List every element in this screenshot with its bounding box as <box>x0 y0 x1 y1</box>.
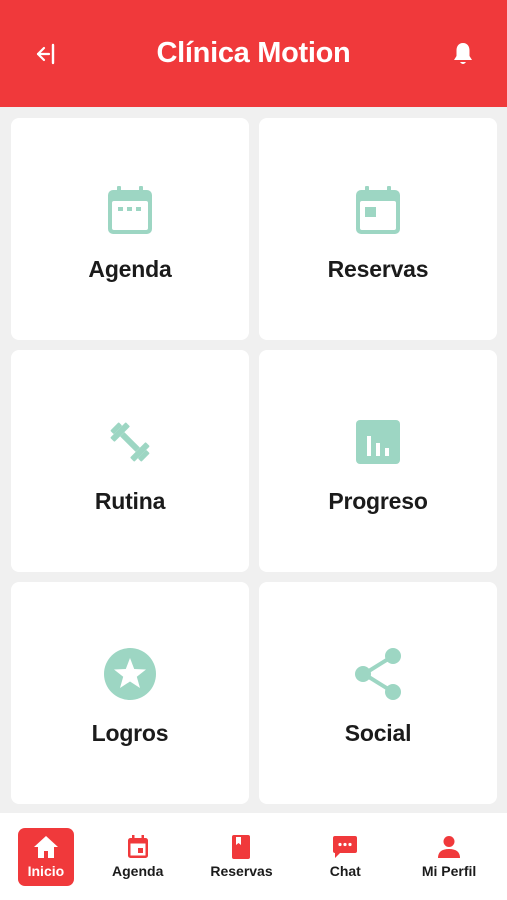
dumbbell-icon <box>110 422 150 461</box>
share-icon <box>355 647 401 700</box>
nav-label: Reservas <box>210 863 273 879</box>
tile-label: Agenda <box>88 255 172 282</box>
calendar-icon <box>127 835 148 858</box>
nav-label: Agenda <box>112 863 164 879</box>
tile-label: Reservas <box>327 255 429 282</box>
page-title: Clínica Motion <box>156 37 351 69</box>
nav-label: Inicio <box>27 863 65 879</box>
tile-label: Progreso <box>328 487 428 514</box>
person-icon <box>438 836 461 858</box>
logout-button[interactable] <box>28 38 60 70</box>
bookmark-book-icon <box>232 835 251 859</box>
tile-reservas[interactable]: Reservas <box>259 118 497 340</box>
tile-label: Logros <box>91 719 169 746</box>
tile-progreso[interactable]: Progreso <box>259 350 497 572</box>
chat-icon <box>333 836 358 858</box>
app-screen: Clínica Motion Agenda Reservas Rutina Pr… <box>0 0 507 900</box>
bell-icon <box>454 42 472 64</box>
menu-grid: Agenda Reservas Rutina Progreso Logros S… <box>11 118 497 804</box>
home-icon <box>33 836 58 858</box>
tile-social[interactable]: Social <box>259 582 497 804</box>
calendar-icon <box>108 185 152 234</box>
tile-rutina[interactable]: Rutina <box>11 350 249 572</box>
star-circle-icon <box>104 647 156 700</box>
tile-agenda[interactable]: Agenda <box>11 118 249 340</box>
tile-logros[interactable]: Logros <box>11 582 249 804</box>
nav-label: Mi Perfil <box>421 863 477 879</box>
top-app-bar: Clínica Motion <box>0 0 507 107</box>
nav-item-reservas[interactable]: Reservas <box>201 827 281 887</box>
bottom-navigation: Inicio Agenda Reservas Chat Mi Perfil <box>0 813 507 900</box>
notifications-button[interactable] <box>447 38 479 70</box>
nav-item-chat[interactable]: Chat <box>305 827 385 887</box>
bar-chart-icon <box>356 419 400 464</box>
calendar-event-icon <box>356 185 400 234</box>
nav-label: Chat <box>329 863 361 879</box>
tile-label: Social <box>344 719 412 746</box>
nav-item-mi-perfil[interactable]: Mi Perfil <box>409 827 489 887</box>
tile-label: Rutina <box>94 487 166 514</box>
nav-item-agenda[interactable]: Agenda <box>98 827 178 887</box>
logout-arrow-icon <box>36 43 55 64</box>
nav-item-inicio[interactable]: Inicio <box>17 827 74 886</box>
